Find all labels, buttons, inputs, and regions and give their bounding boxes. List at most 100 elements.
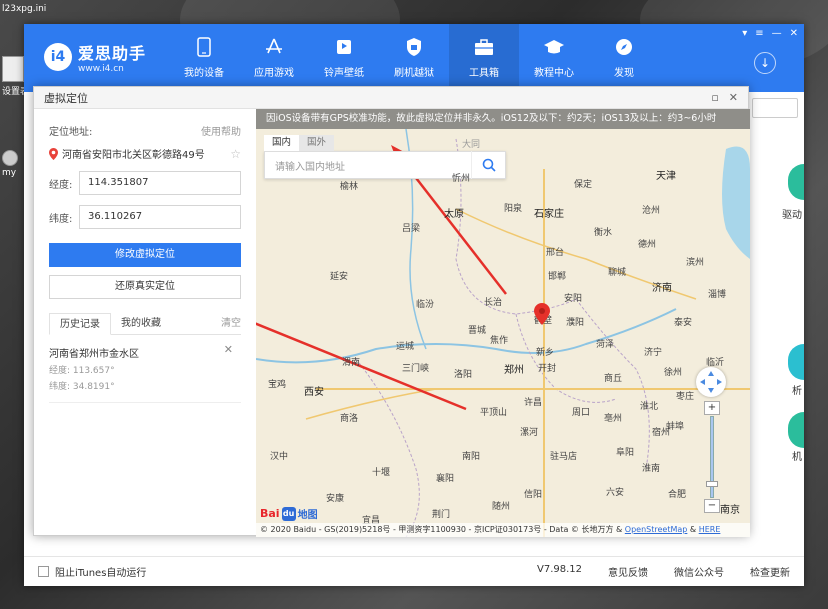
minimize-icon[interactable]: — [772,28,782,39]
city-label: 许昌 [524,398,543,408]
zoom-slider[interactable] [706,416,718,498]
right-label-machine: 机 [792,452,802,463]
search-icon[interactable] [471,151,505,179]
map-view[interactable]: 因iOS设备带有GPS校准功能，故此虚拟定位并非永久。iOS12及以下：约2天；… [256,109,750,537]
history-latitude: 纬度: 34.8191° [49,382,115,392]
desktop-icon-ini[interactable]: l23xpg.ini [2,2,46,14]
city-label: 延安 [330,272,349,282]
history-name: 河南省郑州市金水区 [49,349,139,360]
city-label: 沧州 [642,206,661,216]
current-address: 河南省安阳市北关区彰德路49号 ☆ [49,146,241,161]
nav-ringtones-wallpapers[interactable]: 铃声壁纸 [309,24,379,92]
city-label: 焦作 [490,336,509,346]
city-label: 济南 [652,283,672,294]
close-icon[interactable]: ✕ [729,91,738,104]
city-label: 衡水 [594,228,613,238]
map-pan-control[interactable] [696,367,726,397]
version-label: V7.98.12 [536,564,582,575]
city-label: 十堰 [372,468,391,478]
check-update-link[interactable]: 检查更新 [750,564,790,579]
city-label: 平顶山 [480,408,508,418]
baidu-paw-icon: du [281,506,296,521]
city-label: 三门峡 [402,364,430,374]
graduation-cap-icon [543,36,565,58]
city-label: 六安 [606,488,625,498]
nav-apps-games[interactable]: 应用游戏 [239,24,309,92]
zoom-out-button[interactable]: − [704,499,720,513]
city-label: 榆林 [340,182,359,192]
wechat-link[interactable]: 微信公众号 [674,564,724,579]
app-store-icon [263,36,285,58]
city-label: 随州 [492,502,511,512]
city-label: 聊城 [608,268,627,278]
city-label: 南阳 [462,452,481,462]
city-label: 西安 [304,387,324,398]
address-text: 河南省安阳市北关区彰德路49号 [62,150,205,161]
city-label: 汉中 [270,452,289,462]
toolbox-icon [473,36,495,58]
zoom-in-button[interactable]: + [704,401,720,415]
map-tab-foreign[interactable]: 国外 [299,135,335,151]
chevron-down-icon[interactable]: ▾ [742,28,747,39]
city-label: 南京 [720,505,740,516]
city-label: 新乡 [536,348,555,358]
clear-history-button[interactable]: 清空 [221,313,241,334]
list-item[interactable]: 河南省郑州市金水区 经度: 113.657° 纬度: 34.8191° ✕ [49,335,241,403]
city-label: 驻马店 [550,452,578,462]
right-label-driver: 驱动 [782,210,802,221]
tab-history[interactable]: 历史记录 [49,313,111,335]
app-header: i4 爱思助手 www.i4.cn 我的设备 应用游戏 铃声壁纸 刷机越狱 工具… [24,24,804,92]
here-link[interactable]: HERE [699,525,721,534]
city-label: 濮阳 [566,318,585,328]
nav-discover[interactable]: 发现 [589,24,659,92]
map-search-placeholder: 请输入国内地址 [275,161,345,173]
restore-location-button[interactable]: 还原真实定位 [49,275,241,299]
feedback-link[interactable]: 意见反馈 [608,564,648,579]
app-logo: i4 爱思助手 www.i4.cn [44,40,146,74]
close-icon[interactable]: ✕ [224,343,233,356]
record-tabs: 历史记录 我的收藏 清空 [49,313,241,335]
city-label: 晋城 [468,326,487,336]
download-icon[interactable]: ↓ [754,52,776,74]
city-label: 邯郸 [548,272,567,282]
city-label: 枣庄 [676,392,695,402]
nav-tutorial-center[interactable]: 教程中心 [519,24,589,92]
longitude-label: 经度: [49,179,73,191]
latitude-field[interactable]: 36.110267 [79,205,241,229]
window-controls: ▾ ≡ — ✕ [742,28,798,39]
itunes-checkbox[interactable] [38,566,49,577]
ringtone-icon [333,36,355,58]
city-label: 阳泉 [504,204,523,214]
help-link[interactable]: 使用帮助 [201,123,241,138]
logo-url: www.i4.cn [78,64,124,74]
maximize-icon[interactable]: ▫ [711,91,718,104]
shield-icon [403,36,425,58]
city-label: 阜阳 [616,448,635,458]
zoom-slider-thumb[interactable] [706,481,718,487]
openstreetmap-link[interactable]: OpenStreetMap [625,525,688,534]
right-green-badge [788,344,804,380]
modify-location-button[interactable]: 修改虚拟定位 [49,243,241,267]
nav-toolbox[interactable]: 工具箱 [449,24,519,92]
app-footer: 阻止iTunes自动运行 V7.98.12 意见反馈 微信公众号 检查更新 [24,556,804,586]
latitude-label: 纬度: [49,213,73,225]
nav-flash-jailbreak[interactable]: 刷机越狱 [379,24,449,92]
logo-name: 爱思助手 [78,44,147,63]
city-label: 邢台 [546,248,565,258]
map-tab-domestic[interactable]: 国内 [264,135,300,151]
city-label: 济宁 [644,348,663,358]
longitude-field[interactable]: 114.351807 [79,171,241,195]
nav-my-device[interactable]: 我的设备 [169,24,239,92]
close-icon[interactable]: ✕ [790,28,798,39]
city-label: 襄阳 [436,474,455,484]
dialog-title: 虚拟定位 [44,91,88,105]
city-label: 吕梁 [402,224,421,234]
search-input[interactable] [752,98,798,118]
city-label: 徐州 [664,368,683,378]
star-icon[interactable]: ☆ [230,147,241,161]
menu-icon[interactable]: ≡ [755,28,763,39]
location-label: 定位地址: [49,127,93,138]
location-marker-icon[interactable] [534,303,550,325]
city-label: 保定 [574,180,593,190]
tab-favorites[interactable]: 我的收藏 [111,313,171,334]
